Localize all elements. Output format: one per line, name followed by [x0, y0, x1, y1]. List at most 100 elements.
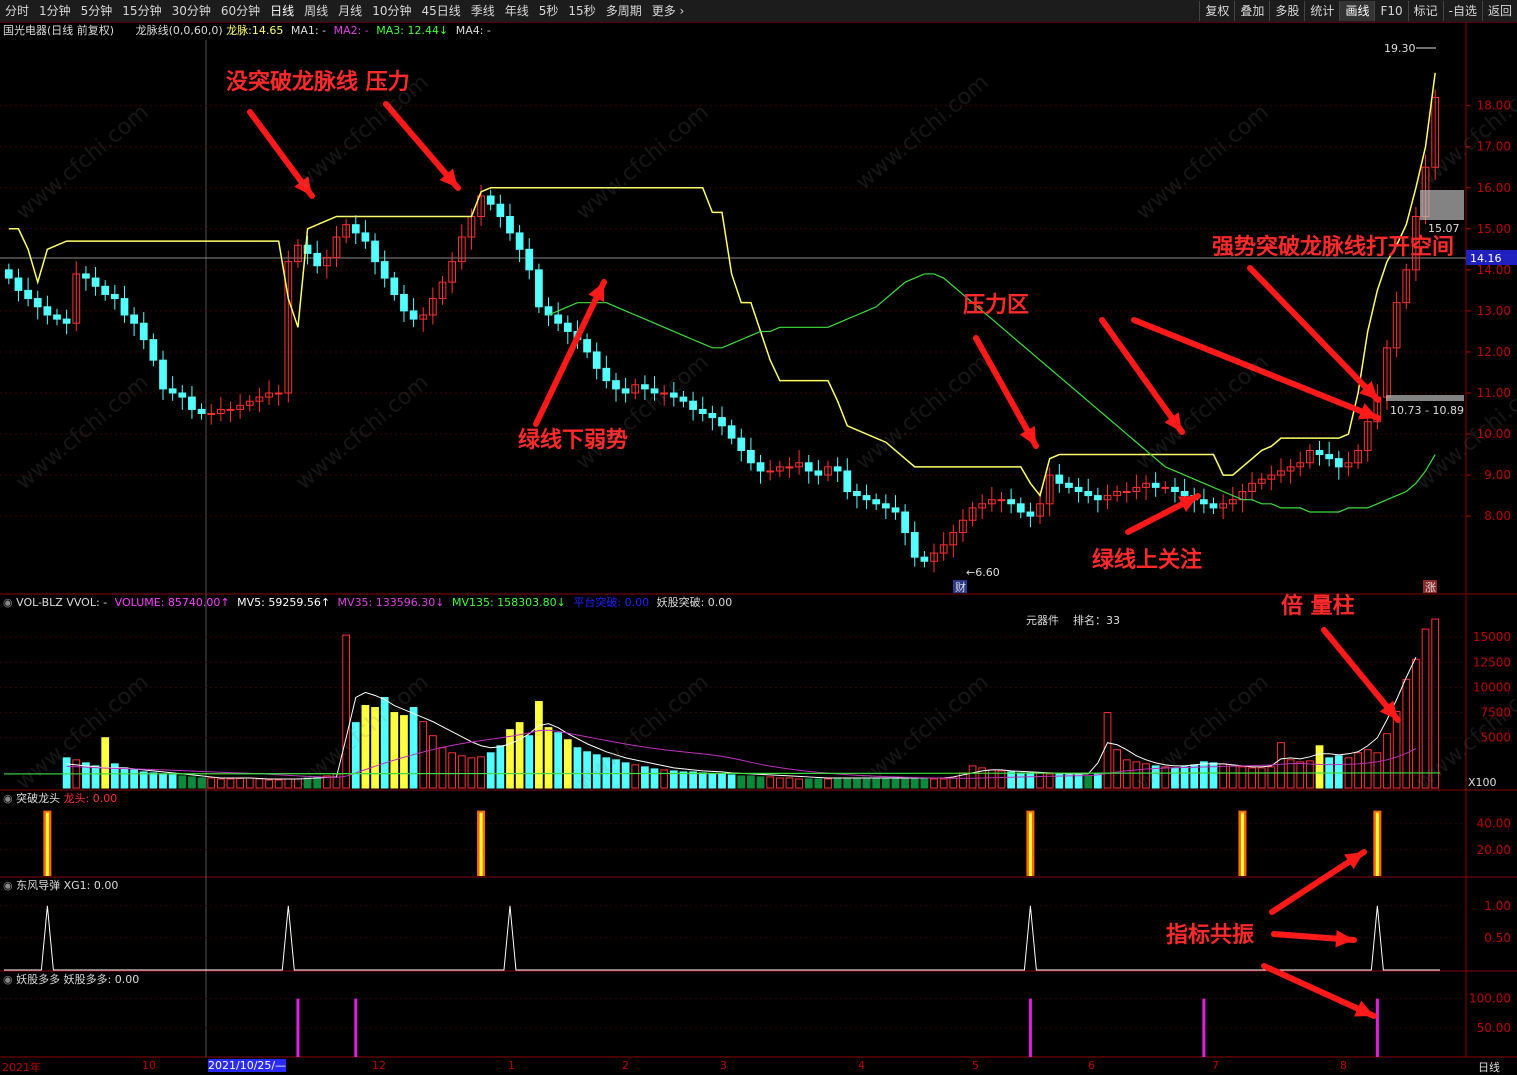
panel-toggle-icon[interactable]: ◉	[3, 973, 13, 986]
candle-body	[91, 277, 100, 287]
volume-bar	[130, 769, 138, 789]
arrow-strong-breakthrough	[1247, 265, 1381, 403]
volume-bar	[949, 777, 958, 789]
volume-bar	[968, 765, 977, 789]
candle-body	[226, 408, 235, 411]
candle-body	[563, 322, 572, 332]
candle-body	[1334, 458, 1343, 468]
candle-body	[525, 248, 534, 271]
candle-body	[1315, 449, 1324, 456]
volume-tick-label: 15000	[1473, 630, 1511, 644]
volume-bar	[747, 775, 755, 789]
volume-bar	[1219, 763, 1228, 789]
candle-body	[313, 252, 322, 267]
stock-name[interactable]: 国光电器	[3, 24, 47, 37]
candle-body	[33, 298, 42, 308]
volume-bar	[1007, 771, 1016, 789]
indicator-name[interactable]: 龙脉线(0,0,60,0)	[136, 24, 223, 37]
candle-body	[207, 413, 216, 416]
price-tick-label: 9.00	[1484, 468, 1511, 482]
volume-bar	[1238, 766, 1247, 789]
candle-body	[554, 314, 563, 324]
candle-body	[380, 261, 389, 279]
candle-body	[592, 351, 601, 369]
chart-canvas[interactable]: 8.009.0010.0011.0012.0013.0014.0015.0016…	[0, 0, 1517, 1075]
main-panel-header: 国光电器(日线 前复权) 龙脉线(0,0,60,0) 龙脉:14.65 MA1:…	[3, 24, 491, 38]
panel-toggle-icon[interactable]: ◉	[3, 879, 13, 892]
volume-bar	[149, 772, 158, 789]
candle-body	[1171, 486, 1179, 492]
volume-bar	[1373, 752, 1382, 789]
ind3-signal-bar	[354, 998, 358, 1057]
ind1-name[interactable]: 突破龙头	[16, 792, 60, 805]
volume-bar	[284, 778, 293, 789]
ind3-signal-bar	[296, 998, 300, 1057]
annotation-watch-above-green: 绿线上关注	[1092, 547, 1203, 573]
box-label: 10.73 - 10.89	[1390, 404, 1464, 417]
volume-bar	[1363, 749, 1372, 789]
candle-body	[1093, 495, 1102, 501]
price-tick-label: 13.00	[1477, 304, 1511, 318]
volume-bar	[987, 769, 996, 789]
volume-bar	[689, 771, 697, 789]
candle-body	[737, 437, 746, 451]
volume-bar	[1190, 764, 1199, 789]
ind1-header: ◉ 突破龙头 龙头: 0.00	[3, 792, 117, 806]
time-axis-label: 10	[142, 1059, 156, 1072]
volume-bar	[496, 745, 505, 789]
vol-name[interactable]: VOL-BLZ	[16, 596, 63, 609]
volume-bar	[1093, 773, 1102, 789]
candle-body	[612, 380, 620, 390]
volume-bar	[563, 739, 572, 789]
time-axis-label: 1	[508, 1059, 515, 1072]
platform-label: 平台突破: 0.00	[573, 596, 650, 609]
zhang-tag: 涨	[1425, 581, 1436, 594]
annotation-strong-breakthrough: 强势突破龙脉线打开空间	[1212, 234, 1455, 260]
volume-bar	[1026, 772, 1035, 789]
candle-body	[159, 359, 167, 390]
ind3-tick-label: 100.00	[1469, 992, 1511, 1006]
annotation-double-volume: 倍 量柱	[1281, 593, 1355, 619]
ma1-label: MA1: -	[290, 24, 327, 37]
panel-toggle-icon[interactable]: ◉	[3, 596, 13, 609]
panel-toggle-icon[interactable]: ◉	[3, 792, 13, 805]
time-axis-label: 2021/10/25/—	[208, 1059, 287, 1072]
ind1-signal-core	[1028, 812, 1032, 876]
candle-body	[1055, 474, 1064, 484]
candle-body	[708, 413, 717, 419]
annotation-pressure-zone: 压力区	[963, 292, 1030, 318]
volume-bar	[843, 778, 852, 789]
ind1-value: 龙头: 0.00	[63, 792, 118, 805]
volume-bar	[1248, 767, 1256, 789]
candle-body	[997, 499, 1006, 502]
ind2-name[interactable]: 东风导弹	[16, 879, 60, 892]
candle-body	[641, 384, 649, 390]
candle-body	[920, 556, 929, 562]
volume-bar	[901, 778, 909, 789]
candle-body	[130, 314, 138, 324]
volume-bar	[188, 776, 196, 789]
candle-body	[872, 499, 881, 505]
volume-bar	[1228, 765, 1237, 789]
ind1-signal-core	[45, 812, 49, 876]
volume-unit: X100	[1468, 776, 1497, 789]
candle-body	[53, 314, 61, 320]
volume-bar	[486, 752, 495, 789]
candle-body	[727, 425, 736, 439]
volume-bar	[457, 755, 466, 789]
volume-bar	[804, 778, 813, 789]
volume-bar	[1036, 772, 1044, 789]
ind3-name[interactable]: 妖股多多	[16, 973, 60, 986]
time-axis-label: 5	[972, 1059, 979, 1072]
volume-label: VOLUME: 85740.00↑	[114, 596, 230, 609]
candle-body	[679, 396, 688, 402]
candle-body	[24, 289, 32, 300]
arrow-pressure-zone	[973, 335, 1039, 449]
volume-bar	[1402, 678, 1411, 789]
volume-bar	[1065, 774, 1073, 789]
volume-bar	[101, 737, 110, 789]
candle-body	[168, 388, 177, 394]
volume-bar	[795, 778, 803, 789]
ind2-header: ◉ 东风导弹 XG1: 0.00	[3, 879, 118, 893]
candle-body	[804, 462, 813, 472]
